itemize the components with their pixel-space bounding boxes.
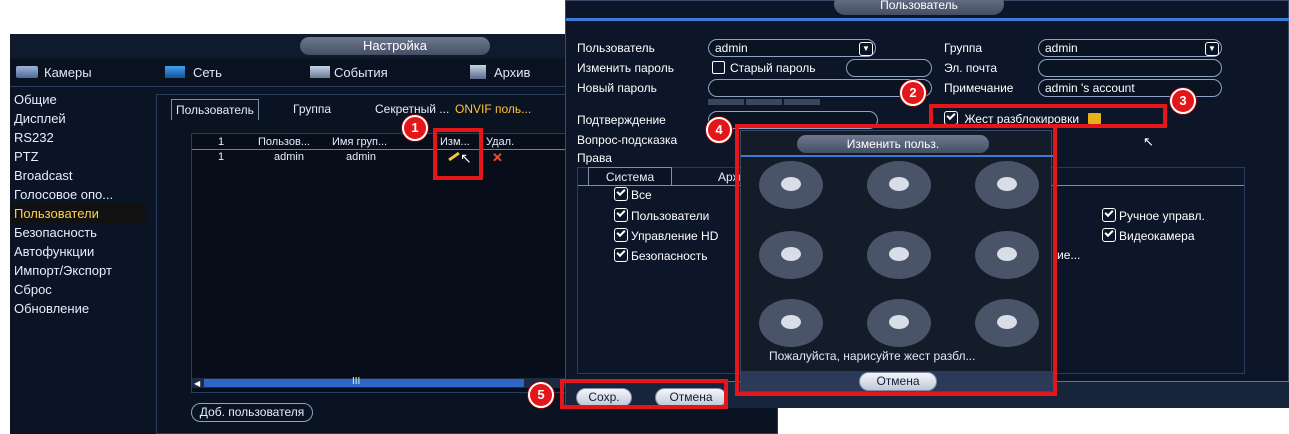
toolbar-cameras[interactable]: Камеры <box>16 65 92 80</box>
tab-user[interactable]: Пользователь <box>171 99 259 120</box>
sidebar-item[interactable]: PTZ <box>10 147 146 166</box>
header-user: Пользов... <box>258 136 310 148</box>
perm-manual-label: Ручное управл. <box>1119 209 1205 223</box>
checkbox-checked-icon <box>614 228 628 242</box>
label-rights: Права <box>577 151 612 165</box>
chevron-down-icon: ▼ <box>859 42 873 56</box>
email-field[interactable] <box>1038 59 1222 77</box>
old-password-field[interactable] <box>846 59 932 77</box>
callout-3: 3 <box>1170 88 1196 114</box>
add-user-button[interactable]: Доб. пользователя <box>191 403 313 422</box>
checkbox-checked-icon <box>614 208 628 222</box>
label-confirm: Подтверждение <box>577 113 666 127</box>
sidebar-item[interactable]: RS232 <box>10 128 146 147</box>
perm-all[interactable]: Все <box>614 187 652 202</box>
checkbox-checked-icon <box>1102 228 1116 242</box>
toolbar-events[interactable]: События <box>310 65 388 80</box>
checkbox-checked-icon <box>614 187 628 201</box>
password-strength-bar <box>708 99 822 105</box>
perm-security-label: Безопасность <box>631 249 708 263</box>
label-new-password: Новый пароль <box>577 81 657 95</box>
chevron-down-icon: ▼ <box>1205 42 1219 56</box>
tab-group[interactable]: Группа <box>293 99 331 119</box>
header-num: 1 <box>218 136 225 148</box>
sidebar-item[interactable]: Общие <box>10 90 146 109</box>
checkbox-checked-icon <box>1102 208 1116 222</box>
group-select[interactable]: admin ▼ <box>1038 39 1222 57</box>
archive-icon <box>470 65 486 79</box>
row-group: admin <box>346 151 376 163</box>
settings-title: Настройка <box>300 37 490 55</box>
sidebar-item[interactable]: Сброс <box>10 280 146 299</box>
label-note: Примечание <box>944 81 1014 95</box>
sidebar-item[interactable]: Безопасность <box>10 223 146 242</box>
perm-users-label: Пользователи <box>631 209 710 223</box>
toolbar-cameras-label: Камеры <box>44 65 92 80</box>
label-user: Пользователь <box>577 41 655 55</box>
toolbar-archive-label: Архив <box>494 65 531 80</box>
sidebar-item[interactable]: Пользователи <box>10 204 146 223</box>
tab-onvif[interactable]: ONVIF поль... <box>455 99 531 119</box>
old-password-label: Старый пароль <box>730 61 816 75</box>
toolbar-events-label: События <box>334 65 388 80</box>
sidebar-menu: Общие Дисплей RS232 PTZ Broadcast Голосовое о… <box>10 90 146 318</box>
dialog-separator <box>566 18 1289 21</box>
cursor-icon: ↖ <box>460 150 472 166</box>
cameras-icon <box>16 66 38 78</box>
toolbar-network-label: Сеть <box>193 65 222 80</box>
perm-manual[interactable]: Ручное управл. <box>1102 208 1205 223</box>
label-email: Эл. почта <box>944 61 998 75</box>
header-group: Имя груп... <box>332 136 388 148</box>
callout-1: 1 <box>402 115 428 141</box>
old-password-checkbox[interactable]: Старый пароль <box>712 61 816 75</box>
user-select[interactable]: admin ▼ <box>708 39 876 57</box>
group-select-value: admin <box>1045 41 1078 55</box>
network-icon <box>165 66 185 78</box>
scroll-thumb[interactable] <box>204 379 524 387</box>
new-password-field[interactable] <box>708 79 932 97</box>
sidebar-item[interactable]: Дисплей <box>10 109 146 128</box>
checkbox-empty-icon <box>712 61 725 74</box>
sidebar-item[interactable]: Broadcast <box>10 166 146 185</box>
toolbar-network[interactable]: Сеть <box>165 65 222 80</box>
perm-security[interactable]: Безопасность <box>614 248 708 263</box>
highlight-gesture-dialog <box>735 124 1057 396</box>
label-change-password: Изменить пароль <box>577 61 674 75</box>
highlight-edit-column <box>433 128 483 180</box>
row-user: admin <box>274 151 304 163</box>
sidebar-item[interactable]: Голосовое опо... <box>10 185 146 204</box>
perm-partial: ие... <box>1057 248 1081 262</box>
perm-camera[interactable]: Видеокамера <box>1102 228 1195 243</box>
perm-users[interactable]: Пользователи <box>614 208 709 223</box>
delete-icon[interactable]: ✕ <box>492 150 503 166</box>
events-icon <box>310 66 330 78</box>
sidebar-item[interactable]: Обновление <box>10 299 146 318</box>
user-dialog-title: Пользователь <box>834 0 1004 15</box>
checkbox-checked-icon <box>614 248 628 262</box>
highlight-save-button <box>560 379 728 409</box>
sidebar-item[interactable]: Импорт/Экспорт <box>10 261 146 280</box>
header-delete: Удал. <box>486 136 515 148</box>
perm-tab-system[interactable]: Система <box>588 167 672 186</box>
user-select-value: admin <box>715 41 748 55</box>
label-group: Группа <box>944 41 983 55</box>
settings-sidebar: Общие Дисплей RS232 PTZ Broadcast Голосовое о… <box>10 90 146 434</box>
sidebar-item[interactable]: Автофункции <box>10 242 146 261</box>
scroll-thumb-grip: III <box>352 376 361 387</box>
callout-2: 2 <box>900 80 926 106</box>
scroll-left-arrow[interactable]: ◀ <box>194 379 200 388</box>
perm-all-label: Все <box>631 188 652 202</box>
cursor-icon: ↖ <box>1143 134 1154 149</box>
perm-camera-label: Видеокамера <box>1119 229 1195 243</box>
callout-5: 5 <box>528 382 554 408</box>
perm-hdd[interactable]: Управление HD <box>614 228 718 243</box>
callout-4: 4 <box>706 117 732 143</box>
perm-hdd-label: Управление HD <box>631 229 719 243</box>
row-num: 1 <box>218 151 225 163</box>
label-hint-question: Вопрос-подсказка <box>577 133 678 147</box>
toolbar-archive[interactable]: Архив <box>470 65 530 80</box>
